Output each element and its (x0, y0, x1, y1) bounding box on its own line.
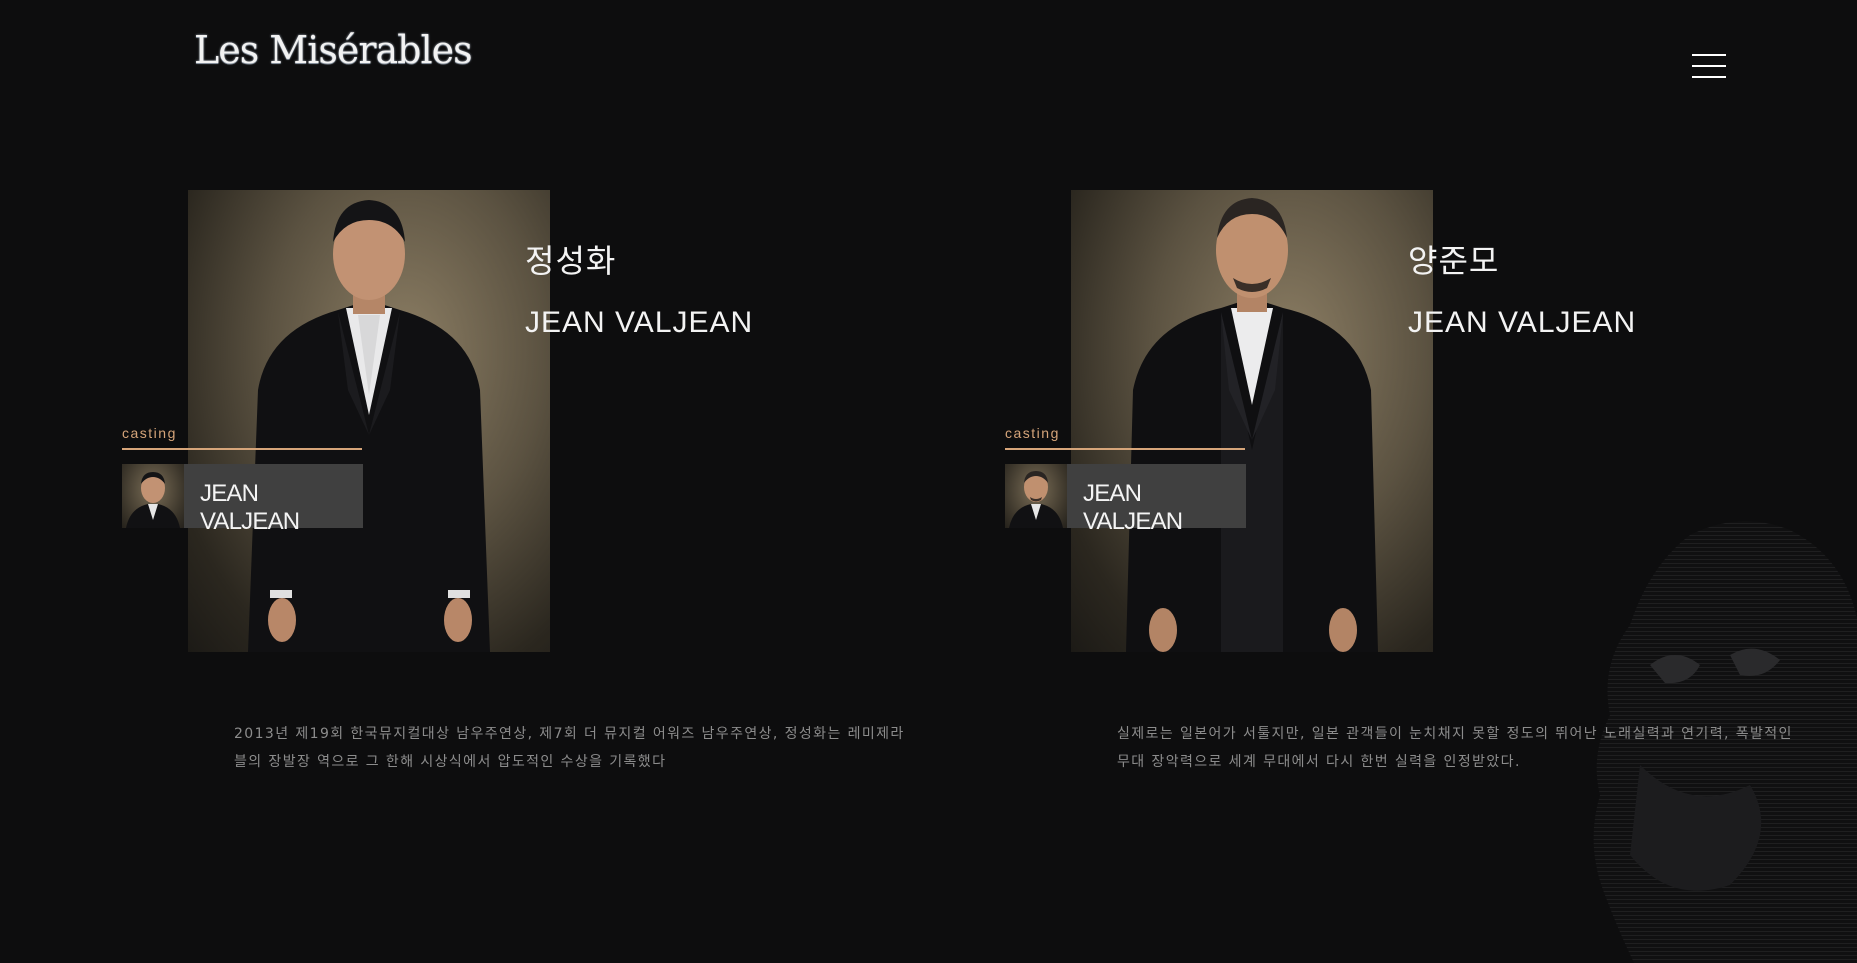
casting-badge[interactable]: JEAN VALJEAN (122, 464, 363, 535)
badge-label: JEAN VALJEAN (1083, 480, 1183, 535)
page: Les Misérables 정성화 JEAN VALJEAN casting … (0, 0, 1857, 963)
hamburger-menu-icon[interactable] (1692, 54, 1726, 78)
casting-label: casting (1005, 425, 1060, 441)
casting-badge[interactable]: JEAN VALJEAN (1005, 464, 1246, 535)
casting-divider (1005, 448, 1245, 450)
actor-thumbnail (1005, 464, 1067, 528)
actor-name: 정성화 (525, 242, 617, 280)
actor-description: 2013년 제19회 한국뮤지컬대상 남우주연상, 제7회 더 뮤지컬 어워즈 … (234, 726, 905, 770)
role-title: JEAN VALJEAN (1408, 306, 1637, 339)
cast-card: 정성화 JEAN VALJEAN casting JEAN VALJEAN 20… (122, 190, 942, 790)
actor-thumbnail (122, 464, 184, 528)
cast-photo[interactable] (188, 190, 550, 652)
casting-label: casting (122, 425, 177, 441)
badge-label: JEAN VALJEAN (200, 480, 300, 535)
actor-description: 실제로는 일본어가 서툴지만, 일본 관객들이 눈치채지 못할 정도의 뛰어난 … (1117, 726, 1793, 770)
casting-divider (122, 448, 362, 450)
role-title: JEAN VALJEAN (525, 306, 754, 339)
cast-photo[interactable] (1071, 190, 1433, 652)
logo[interactable]: Les Misérables (194, 28, 473, 72)
actor-name: 양준모 (1408, 242, 1500, 280)
cast-card: 양준모 JEAN VALJEAN casting JEAN VALJEAN 실제… (1005, 190, 1825, 790)
